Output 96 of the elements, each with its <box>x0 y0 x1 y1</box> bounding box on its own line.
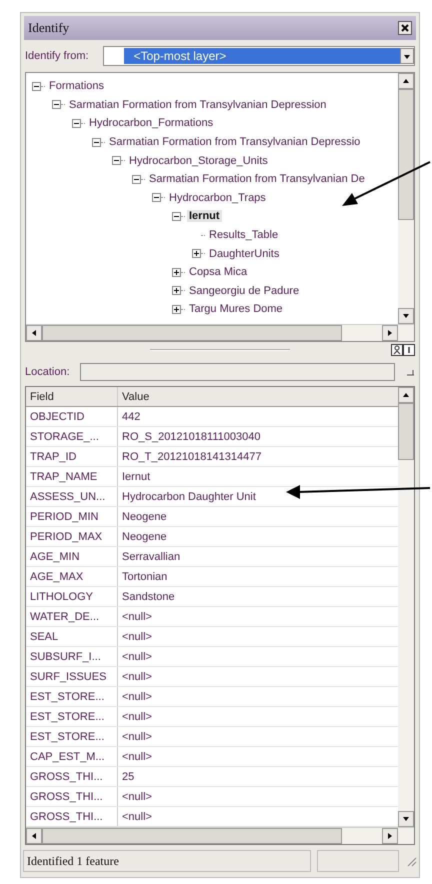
field-cell: EST_STORE... <box>26 687 118 706</box>
field-cell: ASSESS_UN... <box>26 487 118 506</box>
scroll-left-icon[interactable] <box>26 325 42 341</box>
expander-icon[interactable] <box>72 118 81 128</box>
layer-dropdown[interactable]: <Top-most layer> <box>102 46 415 66</box>
value-cell-text: Serravallian <box>121 550 182 564</box>
field-cell: AGE_MAX <box>26 567 118 586</box>
tree-item[interactable]: Hydrocarbon_Formations <box>87 117 216 130</box>
column-header[interactable]: Value <box>118 387 398 406</box>
field-cell: WATER_DE... <box>26 607 118 626</box>
field-cell: TRAP_NAME <box>26 467 118 486</box>
field-cell: GROSS_THI... <box>26 807 118 826</box>
resize-icon[interactable] <box>405 367 415 377</box>
value-cell-text: Iernut <box>121 470 152 484</box>
view-toggle-icon[interactable] <box>391 344 415 356</box>
expander-icon[interactable] <box>172 286 181 296</box>
status-text: Identified 1 feature <box>23 850 311 872</box>
tree-item[interactable]: Targu Mures Dome <box>187 303 285 316</box>
tree-item[interactable]: Sarmatian Formation from Transylvanian Depressio <box>107 136 362 148</box>
resize-grip-icon[interactable] <box>405 855 417 867</box>
expander-icon[interactable] <box>112 156 121 166</box>
value-cell-text: RO_S_20121018111003040 <box>121 430 262 444</box>
identify-from-label: Identify from: <box>25 50 89 62</box>
field-cell: STORAGE_... <box>26 427 118 446</box>
tree-item[interactable]: Sarmatian Formation from Transylvanian De <box>147 173 367 186</box>
value-cell-text: <null> <box>121 810 153 824</box>
value-cell-text: <null> <box>121 790 153 804</box>
scroll-left-icon[interactable] <box>26 828 42 844</box>
horizontal-scrollbar[interactable] <box>26 324 414 341</box>
tree-item[interactable]: Formations <box>47 80 106 92</box>
tree-item[interactable]: Hydrocarbon_Traps <box>167 192 268 204</box>
value-cell-text: <null> <box>121 710 153 724</box>
field-cell: OBJECTID <box>26 407 118 426</box>
scroll-thumb[interactable] <box>42 325 342 341</box>
vertical-scrollbar[interactable] <box>398 387 414 827</box>
location-label: Location: <box>25 366 70 378</box>
scroll-down-icon[interactable] <box>398 308 414 324</box>
splitter-handle[interactable] <box>150 349 290 351</box>
location-field[interactable] <box>80 363 395 381</box>
expander-icon[interactable] <box>172 268 181 277</box>
scroll-thumb[interactable] <box>42 828 342 844</box>
tree-item[interactable]: Sangeorgiu de Padure <box>187 284 302 297</box>
field-cell: LITHOLOGY <box>26 587 118 606</box>
tree-item[interactable]: DaughterUnits <box>207 248 282 260</box>
value-cell-text: <null> <box>121 750 153 764</box>
value-cell-text: Tortonian <box>121 570 168 584</box>
expander-icon[interactable] <box>32 82 41 91</box>
window-title: Identify <box>28 20 70 36</box>
expander-icon[interactable] <box>92 138 101 147</box>
tree-item[interactable]: Copsa Mica <box>187 266 250 278</box>
scroll-down-icon[interactable] <box>398 811 414 827</box>
column-header[interactable]: Field <box>26 387 118 406</box>
expander-icon[interactable] <box>132 174 141 184</box>
tree-item[interactable]: Sarmatian Formation from Transylvanian Depression <box>67 98 328 111</box>
field-cell: GROSS_THI... <box>26 787 118 806</box>
tree-item[interactable]: Hydrocarbon_Storage_Units <box>127 154 270 167</box>
horizontal-scrollbar[interactable] <box>26 827 414 844</box>
vertical-scrollbar[interactable] <box>398 73 414 324</box>
scroll-up-icon[interactable] <box>398 387 414 403</box>
field-cell: TRAP_ID <box>26 447 118 466</box>
field-cell: SEAL <box>26 627 118 646</box>
value-cell-text: Sandstone <box>121 590 176 604</box>
scroll-thumb[interactable] <box>398 89 414 220</box>
field-cell: AGE_MIN <box>26 547 118 566</box>
field-cell: CAP_EST_M... <box>26 747 118 766</box>
expander-icon[interactable] <box>152 193 161 202</box>
value-cell-text: <null> <box>121 670 153 684</box>
field-cell: EST_STORE... <box>26 727 118 746</box>
field-cell: EST_STORE... <box>26 707 118 726</box>
scroll-right-icon[interactable] <box>382 325 398 341</box>
expander-icon[interactable] <box>172 304 181 314</box>
scroll-right-icon[interactable] <box>382 828 398 844</box>
scroll-up-icon[interactable] <box>398 73 414 89</box>
expander-icon[interactable] <box>192 249 201 258</box>
value-cell-text: 442 <box>121 410 142 424</box>
value-cell-text: <null> <box>121 630 153 644</box>
value-cell-text: Hydrocarbon Daughter Unit <box>121 490 257 504</box>
field-cell: SUBSURF_I... <box>26 647 118 666</box>
value-cell-text: RO_T_20121018141314477 <box>121 450 262 464</box>
value-cell-text: 25 <box>121 770 136 784</box>
expander-icon[interactable] <box>52 100 61 110</box>
value-cell-text: <null> <box>121 690 153 704</box>
field-cell: GROSS_THI... <box>26 767 118 786</box>
value-cell-text: <null> <box>121 730 153 744</box>
value-cell-text: <null> <box>121 610 153 624</box>
field-cell: PERIOD_MAX <box>26 527 118 546</box>
field-cell: PERIOD_MIN <box>26 507 118 526</box>
value-cell-text: <null> <box>121 650 153 664</box>
value-cell-text: Neogene <box>121 530 168 544</box>
expander-icon[interactable] <box>172 212 181 221</box>
tree-item[interactable]: Results_Table <box>207 229 280 242</box>
tree-item[interactable]: Iernut <box>187 210 222 222</box>
close-icon[interactable] <box>398 21 412 35</box>
field-cell: SURF_ISSUES <box>26 667 118 686</box>
value-cell-text: Neogene <box>121 510 168 524</box>
scroll-thumb[interactable] <box>398 403 414 460</box>
